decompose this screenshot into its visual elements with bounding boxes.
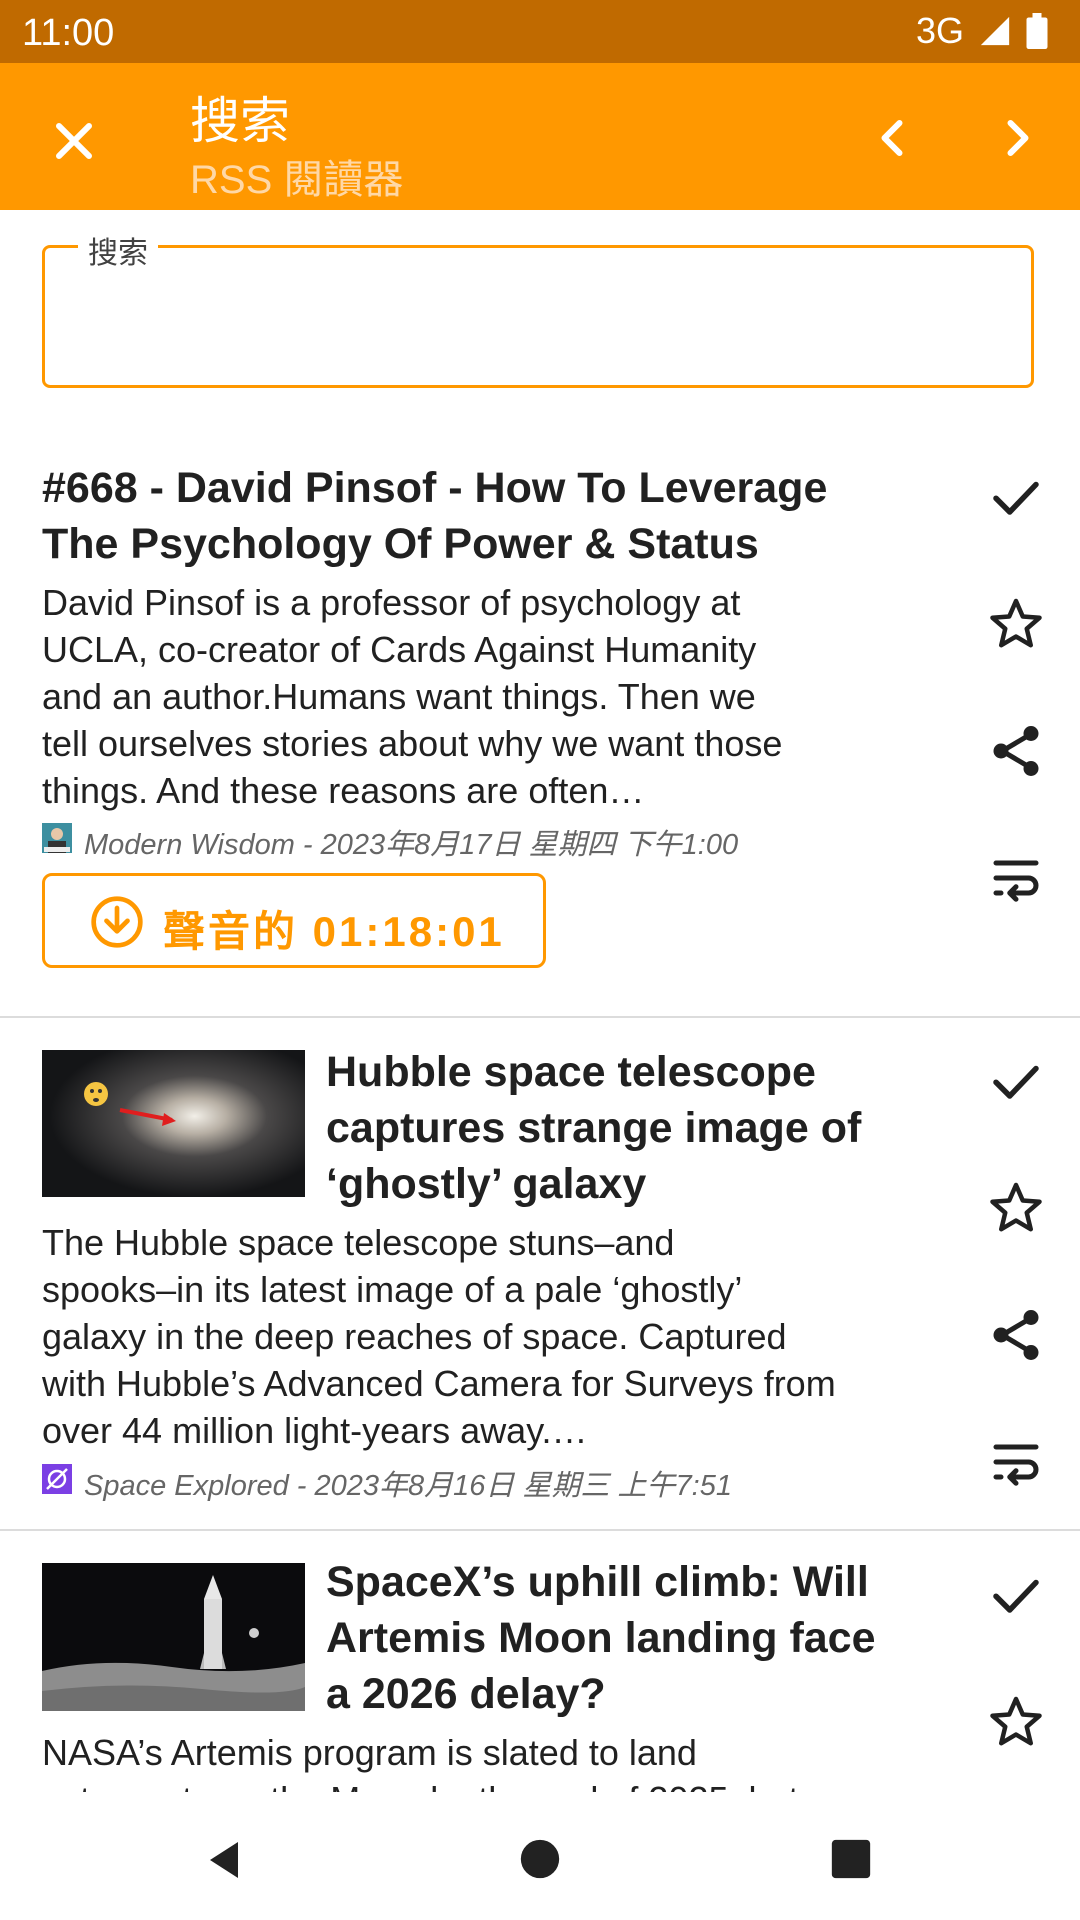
search-label: 搜索 bbox=[78, 228, 158, 272]
download-icon bbox=[91, 896, 143, 948]
share-button[interactable] bbox=[986, 721, 1046, 781]
divider bbox=[0, 1529, 1080, 1531]
status-bar: 11:00 3G bbox=[0, 0, 1080, 63]
feed-icon bbox=[42, 823, 72, 853]
chevron-right-icon bbox=[1007, 120, 1029, 156]
mark-read-button[interactable] bbox=[986, 1051, 1046, 1111]
item-title[interactable]: #668 - David Pinsof - How To Leverage Th… bbox=[42, 460, 902, 572]
battery-icon bbox=[1026, 13, 1048, 49]
mark-read-button[interactable] bbox=[986, 467, 1046, 527]
mark-read-button[interactable] bbox=[986, 1565, 1046, 1625]
wrap-text-button[interactable] bbox=[986, 1432, 1046, 1492]
check-icon bbox=[993, 1065, 1039, 1099]
check-icon bbox=[993, 1579, 1039, 1613]
app-title: 搜索 bbox=[190, 93, 290, 149]
close-icon bbox=[56, 123, 92, 159]
home-icon[interactable] bbox=[517, 1836, 563, 1882]
previous-button[interactable] bbox=[862, 108, 922, 168]
list-item[interactable]: SpaceX’s uphill climb: Will Artemis Moon… bbox=[0, 1560, 1080, 1792]
close-button[interactable] bbox=[44, 111, 104, 171]
item-description: The Hubble space telescope stuns–and spo… bbox=[42, 1222, 836, 1451]
check-icon bbox=[993, 481, 1039, 515]
navigation-bar bbox=[0, 1794, 1080, 1920]
chevron-left-icon bbox=[881, 120, 903, 156]
favorite-button[interactable] bbox=[986, 594, 1046, 654]
recents-icon[interactable] bbox=[828, 1836, 874, 1882]
favorite-button[interactable] bbox=[986, 1692, 1046, 1752]
item-thumbnail bbox=[42, 1050, 305, 1197]
star-outline-icon bbox=[990, 598, 1042, 648]
feed-icon bbox=[42, 1464, 72, 1494]
wrap-text-icon bbox=[993, 1444, 1039, 1486]
item-thumbnail bbox=[42, 1563, 305, 1711]
back-icon[interactable] bbox=[202, 1836, 250, 1884]
signal-icon bbox=[980, 16, 1010, 46]
item-title[interactable]: SpaceX’s uphill climb: Will Artemis Moon… bbox=[326, 1560, 1006, 1722]
share-button[interactable] bbox=[986, 1305, 1046, 1365]
status-icons: 3G bbox=[916, 10, 1048, 52]
divider bbox=[0, 1016, 1080, 1018]
next-button[interactable] bbox=[988, 108, 1048, 168]
item-title[interactable]: Hubble space telescope captures strange … bbox=[326, 1044, 1006, 1212]
item-meta: Modern Wisdom - 2023年8月17日 星期四 下午1:00 bbox=[84, 829, 739, 861]
network-type: 3G bbox=[915, 10, 964, 51]
item-description: David Pinsof is a professor of psycholog… bbox=[42, 582, 783, 811]
audio-download-button[interactable]: 聲音的 01:18:01 bbox=[42, 873, 546, 968]
favorite-button[interactable] bbox=[986, 1178, 1046, 1238]
wrap-text-icon bbox=[993, 860, 1039, 902]
app-subtitle: RSS 閱讀器 bbox=[190, 158, 404, 202]
status-time: 11:00 bbox=[22, 12, 115, 54]
item-meta: Space Explored - 2023年8月16日 星期三 上午7:51 bbox=[84, 1470, 732, 1502]
share-icon bbox=[993, 726, 1039, 776]
star-outline-icon bbox=[990, 1696, 1042, 1746]
item-description: NASA’s Artemis program is slated to land… bbox=[42, 1732, 799, 1792]
wrap-text-button[interactable] bbox=[986, 848, 1046, 908]
app-bar: 搜索 RSS 閱讀器 bbox=[0, 63, 1080, 210]
audio-label: 聲音的 01:18:01 bbox=[163, 908, 505, 955]
search-input[interactable] bbox=[60, 285, 1014, 357]
share-icon bbox=[993, 1310, 1039, 1360]
star-outline-icon bbox=[990, 1182, 1042, 1232]
